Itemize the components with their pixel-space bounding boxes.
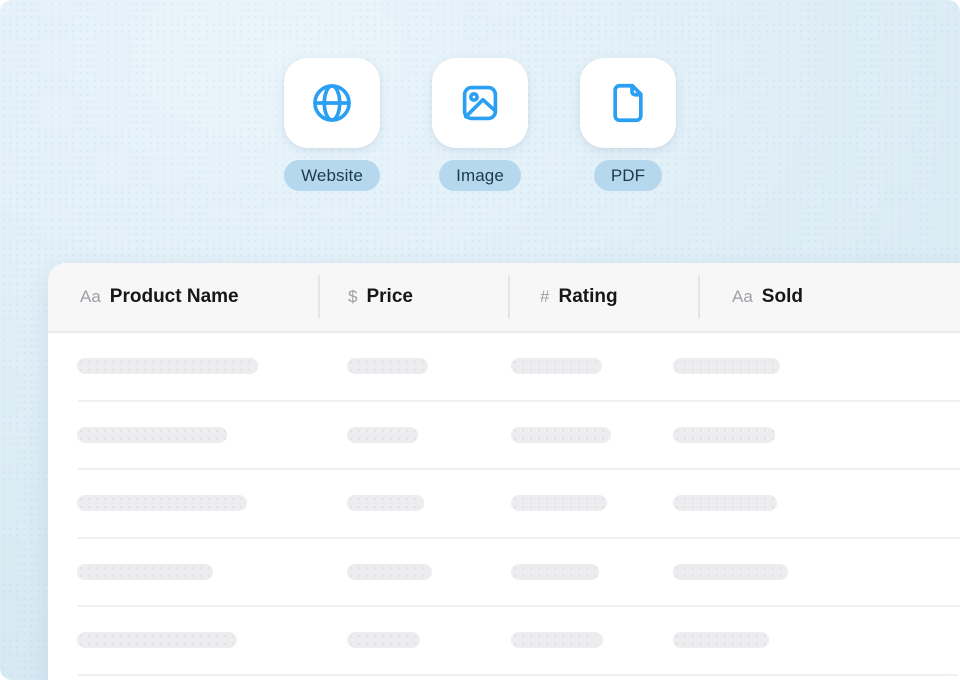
column-label: Rating [558, 286, 618, 307]
skeleton-bar [347, 358, 428, 374]
skeleton-bar [77, 495, 247, 511]
skeleton-bar [347, 632, 420, 648]
skeleton-bar [77, 632, 237, 648]
image-label[interactable]: Image [439, 160, 521, 191]
skeleton-bar [511, 563, 599, 580]
source-cards-row: Website Image PDF [0, 58, 960, 191]
website-card[interactable] [284, 58, 380, 148]
image-card[interactable] [432, 58, 528, 148]
source-pdf: PDF [580, 58, 676, 191]
skeleton-bar [673, 495, 777, 511]
table-row [48, 470, 960, 539]
currency-type-icon: $ [348, 287, 358, 306]
column-label: Product Name [109, 286, 239, 307]
table-row [48, 607, 960, 676]
column-label: Sold [761, 286, 803, 307]
skeleton-bar [673, 563, 788, 580]
website-label[interactable]: Website [284, 160, 380, 191]
number-type-icon: # [540, 287, 550, 306]
pdf-label[interactable]: PDF [593, 160, 663, 191]
skeleton-bar [673, 632, 769, 648]
table-row [48, 402, 960, 470]
skeleton-bar [511, 358, 602, 374]
text-type-icon: Aa [732, 287, 753, 306]
skeleton-bar [511, 495, 607, 511]
pdf-card[interactable] [580, 58, 676, 148]
skeleton-bar [347, 563, 432, 580]
globe-icon [313, 84, 351, 122]
skeleton-bar [77, 358, 258, 374]
skeleton-bar [673, 426, 775, 443]
source-image: Image [432, 58, 528, 191]
image-icon [462, 85, 498, 121]
column-label: Price [366, 286, 413, 307]
file-icon [613, 83, 643, 123]
skeleton-bar [347, 495, 424, 511]
skeleton-bar [673, 358, 780, 374]
column-divider [698, 275, 700, 319]
skeleton-bar [77, 426, 227, 443]
skeleton-bar [77, 563, 213, 580]
column-header-rating[interactable]: # Rating [540, 263, 618, 331]
table-row [48, 539, 960, 607]
column-header-product-name[interactable]: Aa Product Name [80, 263, 239, 331]
table-header: Aa Product Name $ Price # Rating Aa Sold [48, 263, 960, 333]
skeleton-bar [511, 632, 603, 648]
table-row [48, 333, 960, 402]
column-header-price[interactable]: $ Price [348, 263, 413, 331]
column-header-sold[interactable]: Aa Sold [732, 263, 803, 331]
data-table: Aa Product Name $ Price # Rating Aa Sold [48, 263, 960, 680]
skeleton-bar [347, 426, 418, 443]
table-body [48, 333, 960, 676]
skeleton-bar [511, 426, 611, 443]
column-divider [508, 275, 510, 319]
column-divider [318, 275, 320, 319]
screen: Website Image PDF Aa Product Name $ Pric… [0, 0, 960, 680]
source-website: Website [284, 58, 380, 191]
text-type-icon: Aa [80, 287, 101, 306]
